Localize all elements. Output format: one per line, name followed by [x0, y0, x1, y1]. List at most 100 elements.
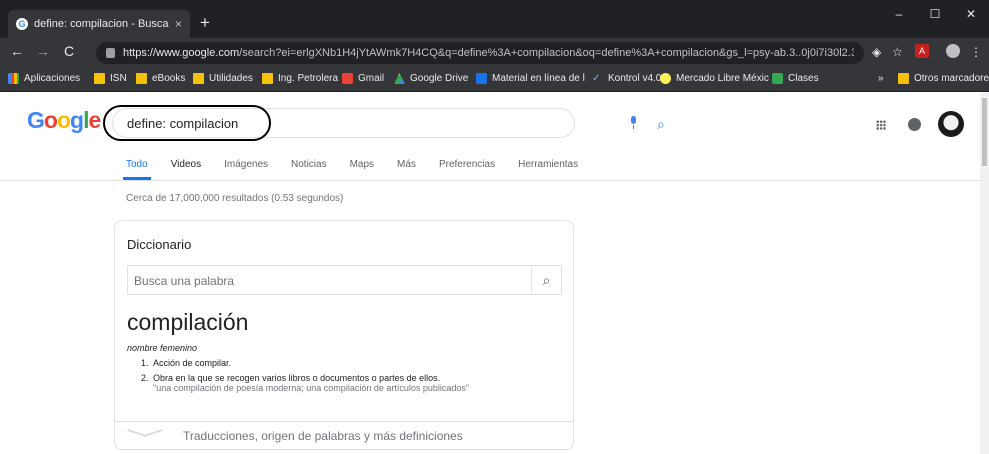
bookmark-label: Google Drive — [410, 73, 469, 84]
tab-herramientas[interactable]: Herramientas — [518, 159, 578, 170]
tab-preferencias[interactable]: Preferencias — [439, 159, 495, 170]
bookmark-google-drive[interactable]: Google Drive — [394, 73, 468, 84]
bookmark-otros-marcadores[interactable]: Otros marcadores — [898, 73, 989, 84]
bookmark-label: Utilidades — [209, 73, 253, 84]
bookmark-star-icon[interactable]: ☆ — [892, 45, 903, 59]
back-button[interactable]: ← — [8, 43, 26, 59]
window-controls: – ☐ ✕ — [881, 0, 989, 28]
bookmarks-bar: Aplicaciones ISN eBooks Utilidades Ing. … — [0, 68, 989, 92]
bookmark-label: eBooks — [152, 73, 186, 84]
menu-icon[interactable]: ⋮ — [970, 45, 982, 59]
definition-item: 2. Obra en la que se recogen varios libro… — [141, 373, 469, 393]
book-icon — [476, 73, 487, 84]
tab-maps[interactable]: Maps — [350, 159, 374, 170]
tab-noticias[interactable]: Noticias — [291, 159, 327, 170]
bookmark-isn[interactable]: ISN — [94, 73, 127, 84]
extension-target-icon[interactable]: ◈ — [872, 45, 881, 59]
bookmark-kontrol[interactable]: ✓ Kontrol v4.0 — [592, 73, 661, 84]
avatar[interactable] — [938, 111, 964, 137]
folder-icon — [262, 73, 273, 84]
bookmarks-overflow-button[interactable]: » — [878, 73, 884, 84]
browser-tab-bar: G define: compilacion - Buscar con × + –… — [0, 0, 989, 38]
search-tabs: Todo Videos Imágenes Noticias Maps Más P… — [123, 159, 601, 180]
close-window-button[interactable]: ✕ — [953, 0, 989, 28]
url-path: /search?ei=erlgXNb1H4jYtAWmk7H4CQ&q=defi… — [239, 47, 854, 59]
forward-button[interactable]: → — [34, 43, 52, 59]
results-header: Google ⌕ Todo Videos Imágenes Noticias M… — [0, 93, 980, 181]
definition-text: Obra en la que se recogen varios libros … — [153, 373, 441, 383]
microphone-icon[interactable] — [628, 116, 638, 130]
bookmark-utilidades[interactable]: Utilidades — [193, 73, 253, 84]
search-box[interactable]: ⌕ — [112, 108, 665, 138]
notifications-icon[interactable] — [908, 118, 921, 131]
bookmark-material[interactable]: Material en línea de l — [476, 73, 585, 84]
bookmark-label: Ing. Petrolera — [278, 73, 339, 84]
page-scrollbar[interactable] — [980, 93, 989, 454]
address-bar[interactable]: https://www.google.com/search?ei=erlgXNb… — [96, 42, 864, 64]
folder-icon — [94, 73, 105, 84]
bookmark-label: Mercado Libre Méxic — [676, 73, 769, 84]
url-text[interactable]: https://www.google.com/search?ei=erlgXNb… — [123, 47, 854, 59]
bookmark-label: ISN — [110, 73, 127, 84]
url-host: https://www.google.com — [123, 47, 240, 59]
bookmark-ing-petrolera[interactable]: Ing. Petrolera — [262, 73, 338, 84]
definition-item: 1. Acción de compilar. — [141, 358, 469, 368]
bookmark-label: » — [878, 73, 884, 84]
result-stats: Cerca de 17,000,000 resultados (0.53 seg… — [126, 193, 344, 204]
profile-extension-icon[interactable] — [946, 44, 960, 58]
dictionary-card: Diccionario ⌕ compilación nombre femenin… — [114, 220, 574, 450]
chevron-down-icon — [127, 428, 161, 438]
google-drive-icon — [394, 73, 405, 84]
definition-text: Acción de compilar. — [153, 358, 232, 368]
browser-tab[interactable]: G define: compilacion - Buscar con × — [8, 10, 190, 38]
reload-button[interactable]: C — [60, 43, 78, 59]
bookmark-clases[interactable]: Clases — [772, 73, 819, 84]
browser-toolbar: ← → C https://www.google.com/search?ei=e… — [0, 38, 989, 68]
bookmark-label: Gmail — [358, 73, 385, 84]
google-favicon-icon: G — [16, 18, 28, 30]
gmail-icon — [342, 73, 353, 84]
bookmark-label: Otros marcadores — [914, 73, 989, 84]
dictionary-more-row[interactable]: Traducciones, origen de palabras y más d… — [115, 421, 573, 449]
search-icon[interactable]: ⌕ — [657, 116, 665, 133]
tab-todo[interactable]: Todo — [123, 159, 151, 180]
bookmark-label: Clases — [788, 73, 819, 84]
dictionary-title: Diccionario — [127, 237, 192, 252]
tab-mas[interactable]: Más — [397, 159, 416, 170]
bookmark-ebooks[interactable]: eBooks — [136, 73, 185, 84]
definition-list: 1. Acción de compilar. 2. Obra en la que s… — [141, 358, 469, 398]
minimize-button[interactable]: – — [881, 0, 917, 28]
folder-icon — [193, 73, 204, 84]
apps-grid-icon — [8, 73, 19, 84]
new-tab-button[interactable]: + — [200, 14, 210, 32]
google-apps-icon[interactable] — [876, 120, 886, 130]
part-of-speech: nombre femenino — [127, 343, 198, 353]
scrollbar-thumb[interactable] — [982, 98, 987, 166]
maximize-button[interactable]: ☐ — [917, 0, 953, 28]
folder-icon — [136, 73, 147, 84]
bookmark-mercado-libre[interactable]: Mercado Libre Méxic — [660, 73, 769, 84]
bookmark-label: Aplicaciones — [24, 73, 81, 84]
google-results-page: Google ⌕ Todo Videos Imágenes Noticias M… — [0, 93, 989, 454]
bookmark-gmail[interactable]: Gmail — [342, 73, 384, 84]
bookmark-label: Material en línea de l — [492, 73, 585, 84]
pdf-extension-icon[interactable]: A — [915, 44, 929, 58]
dictionary-search-input[interactable] — [134, 272, 524, 289]
tab-close-icon[interactable]: × — [175, 17, 182, 31]
folder-icon — [898, 73, 909, 84]
tab-videos[interactable]: Videos — [171, 159, 201, 170]
classroom-icon — [772, 73, 783, 84]
google-logo[interactable]: Google — [27, 107, 101, 134]
dictionary-word: compilación — [127, 309, 249, 335]
dictionary-search-box[interactable]: ⌕ — [127, 265, 562, 295]
dictionary-search-button[interactable]: ⌕ — [531, 266, 561, 294]
definition-number: 2. — [141, 373, 149, 383]
definition-number: 1. — [141, 358, 149, 368]
tab-title: define: compilacion - Buscar con — [34, 18, 169, 30]
tab-imagenes[interactable]: Imágenes — [224, 159, 268, 170]
dictionary-more-link[interactable]: Traducciones, origen de palabras y más d… — [183, 429, 463, 443]
search-input[interactable] — [127, 114, 487, 133]
kontrol-icon: ✓ — [592, 73, 601, 84]
lock-icon — [106, 48, 115, 58]
bookmark-aplicaciones[interactable]: Aplicaciones — [8, 73, 80, 84]
